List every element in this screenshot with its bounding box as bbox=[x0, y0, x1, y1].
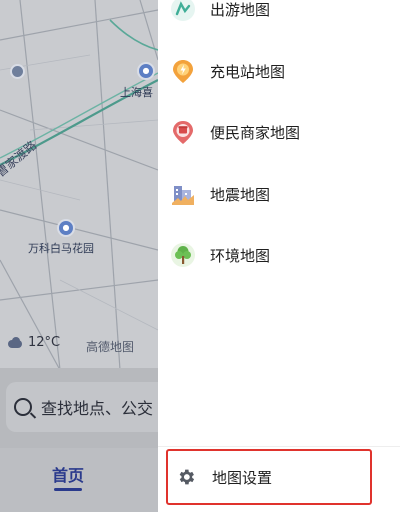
menu-item-label: 出游地图 bbox=[210, 0, 271, 19]
map-poi-label: 万科白马花园 bbox=[28, 242, 94, 255]
divider bbox=[158, 446, 400, 447]
merchant-icon bbox=[170, 119, 196, 145]
menu-item-travel-map[interactable]: 出游地图 bbox=[170, 0, 270, 24]
charging-station-icon bbox=[170, 58, 196, 84]
weather-widget[interactable]: 12°C bbox=[6, 335, 60, 350]
travel-map-icon bbox=[170, 0, 196, 22]
menu-item-charging-map[interactable]: 充电站地图 bbox=[170, 56, 285, 86]
earthquake-icon bbox=[170, 181, 196, 207]
menu-item-label: 地震地图 bbox=[210, 185, 271, 204]
search-placeholder: 查找地点、公交 bbox=[41, 399, 154, 418]
menu-item-merchant-map[interactable]: 便民商家地图 bbox=[170, 117, 300, 147]
menu-item-label: 便民商家地图 bbox=[210, 123, 301, 142]
tab-active-indicator bbox=[54, 488, 82, 491]
map-poi-pin[interactable]: ● bbox=[57, 219, 75, 237]
search-icon bbox=[14, 398, 32, 416]
map-provider-label: 高德地图 bbox=[86, 340, 135, 354]
map-settings-button[interactable]: 地图设置 bbox=[166, 449, 372, 505]
menu-item-environment-map[interactable]: 环境地图 bbox=[170, 240, 270, 270]
tab-home[interactable]: 首页 bbox=[52, 462, 84, 486]
menu-item-label: 充电站地图 bbox=[210, 62, 286, 81]
menu-item-earthquake-map[interactable]: 地震地图 bbox=[170, 179, 270, 209]
menu-item-label: 环境地图 bbox=[210, 246, 271, 265]
environment-tree-icon bbox=[170, 242, 196, 268]
side-drawer: 出游地图 充电站地图 便民商家地图 地震地图 环境地图 地图设置 bbox=[158, 0, 400, 512]
cloud-icon bbox=[6, 336, 24, 349]
map-settings-label: 地图设置 bbox=[212, 468, 273, 487]
search-input[interactable]: 查找地点、公交 bbox=[6, 382, 176, 432]
map-poi-pin[interactable]: ● bbox=[137, 62, 155, 80]
map-view[interactable]: ● 上海喜 曹家渡路 ● 万科白马花园 12°C 高德地图 bbox=[0, 0, 158, 512]
map-poi-pin[interactable] bbox=[10, 64, 25, 79]
weather-temperature: 12°C bbox=[28, 335, 61, 350]
map-roads bbox=[0, 0, 158, 370]
map-poi-label: 上海喜 bbox=[120, 86, 153, 99]
gear-icon bbox=[176, 467, 196, 487]
